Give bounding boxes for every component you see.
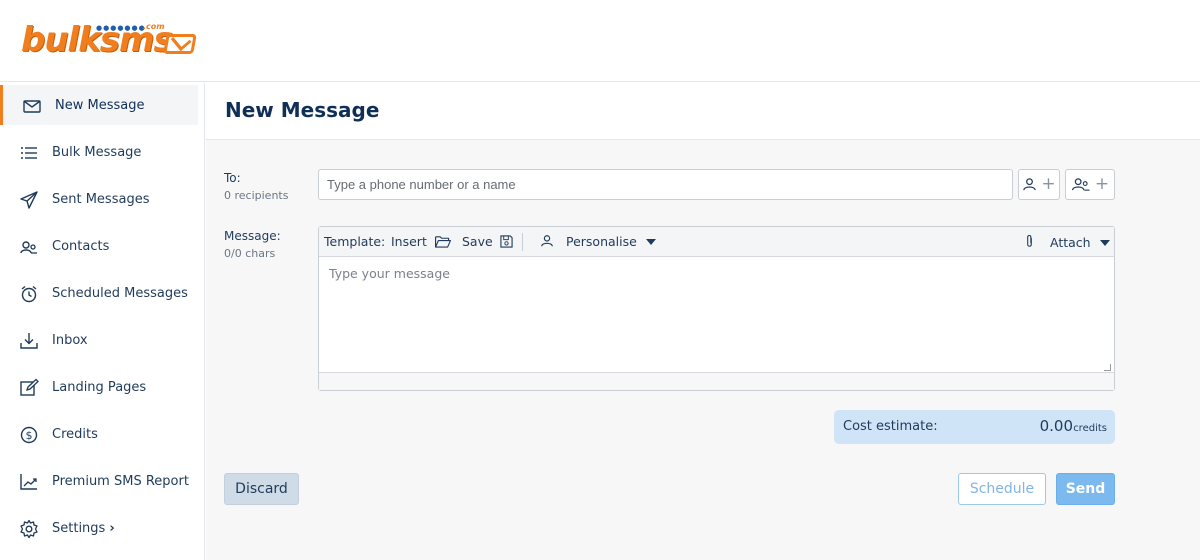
cost-estimate-unit: credits: [1073, 423, 1107, 434]
sidebar-item-label: Inbox: [52, 332, 88, 348]
recipients-count: 0 recipients: [224, 189, 289, 202]
discard-button[interactable]: Discard: [224, 473, 299, 505]
edit-icon: [20, 378, 39, 396]
plus-icon: +: [1041, 174, 1056, 194]
top-header: bulksms ●●●●●●● .com: [0, 0, 1200, 82]
sidebar-item-settings[interactable]: Settings ›: [0, 508, 198, 548]
template-insert-button[interactable]: Insert: [391, 234, 452, 249]
sidebar-item-label: Settings ›: [52, 521, 115, 536]
sidebar-item-new-message[interactable]: New Message: [0, 85, 198, 125]
to-label: To:: [224, 171, 241, 185]
page-header: New Message: [206, 83, 1200, 140]
add-group-button[interactable]: +: [1065, 169, 1115, 200]
template-save-button[interactable]: Save: [462, 234, 513, 249]
caret-down-icon: [1099, 240, 1110, 246]
group-icon: [1071, 178, 1090, 191]
person-icon: [1023, 178, 1037, 191]
sidebar-item-label: Sent Messages: [52, 191, 150, 207]
add-contact-button[interactable]: +: [1018, 169, 1060, 200]
message-composer: Template: Insert Save Personalise Attach: [318, 226, 1115, 391]
logo-suffix: .com: [143, 22, 165, 31]
sidebar-item-label: New Message: [55, 97, 145, 113]
settings-label-text: Settings: [52, 520, 106, 536]
sidebar-item-bulk-message[interactable]: Bulk Message: [0, 132, 198, 172]
alarm-clock-icon: [21, 285, 37, 303]
cost-estimate-value: 0.00: [1039, 417, 1073, 435]
insert-label: Insert: [391, 234, 427, 249]
svg-text:$: $: [26, 429, 33, 442]
main-content: New Message To: 0 recipients + + Message…: [206, 83, 1200, 560]
person-icon: [541, 235, 553, 247]
cost-estimate-label: Cost estimate:: [843, 419, 938, 434]
sidebar-item-label: Credits: [52, 426, 98, 442]
sidebar-item-sent-messages[interactable]: Sent Messages: [0, 179, 198, 219]
attach-dropdown[interactable]: Attach: [1025, 234, 1110, 250]
resize-handle[interactable]: [1104, 364, 1111, 371]
bulksms-logo[interactable]: bulksms ●●●●●●● .com: [21, 20, 201, 60]
sidebar: New Message Bulk Message Sent Messages C…: [0, 83, 205, 560]
char-count: 0/0 chars: [224, 247, 276, 260]
personalise-dropdown[interactable]: Personalise: [540, 234, 656, 249]
sidebar-item-premium-sms-report[interactable]: Premium SMS Report: [0, 461, 198, 501]
message-textarea[interactable]: [319, 258, 1114, 372]
paperclip-icon: [1027, 234, 1032, 247]
sidebar-item-landing-pages[interactable]: Landing Pages: [0, 367, 198, 407]
toolbar-divider: [522, 233, 523, 251]
paper-plane-icon: [20, 191, 38, 209]
personalise-label: Personalise: [565, 234, 637, 249]
gear-icon: [20, 519, 38, 539]
send-button[interactable]: Send: [1056, 473, 1115, 505]
page-title: New Message: [225, 98, 380, 122]
attach-label: Attach: [1049, 235, 1091, 250]
logo-dots: ●●●●●●●: [96, 24, 146, 32]
dollar-circle-icon: $: [20, 426, 38, 444]
message-label: Message:: [224, 229, 281, 243]
sidebar-item-contacts[interactable]: Contacts: [0, 226, 198, 266]
plus-icon: +: [1094, 174, 1110, 194]
list-icon: [21, 147, 37, 159]
chevron-right-icon: ›: [109, 520, 115, 536]
sidebar-item-label: Bulk Message: [52, 144, 142, 160]
sidebar-item-label: Scheduled Messages: [52, 285, 188, 301]
sidebar-item-credits[interactable]: $ Credits: [0, 414, 198, 454]
schedule-button[interactable]: Schedule: [958, 473, 1046, 505]
sidebar-item-label: Premium SMS Report: [52, 473, 189, 489]
caret-down-icon: [645, 239, 656, 245]
folder-open-icon: [434, 236, 451, 248]
logo-envelope-icon: [163, 34, 197, 54]
trend-chart-icon: [20, 474, 37, 490]
sidebar-item-scheduled-messages[interactable]: Scheduled Messages: [0, 273, 198, 313]
message-footer: [319, 372, 1114, 390]
contacts-icon: [20, 241, 37, 254]
sidebar-item-label: Landing Pages: [52, 379, 147, 395]
cost-estimate: Cost estimate: 0.00 credits: [834, 410, 1115, 444]
message-toolbar: Template: Insert Save Personalise Attach: [319, 227, 1114, 257]
sidebar-item-label: Contacts: [52, 238, 110, 254]
recipient-input[interactable]: [318, 169, 1013, 200]
floppy-disk-icon: [500, 235, 513, 248]
template-label: Template:: [324, 234, 386, 249]
download-tray-icon: [20, 333, 38, 349]
sidebar-item-inbox[interactable]: Inbox: [0, 320, 198, 360]
save-label: Save: [462, 234, 493, 249]
envelope-icon: [23, 100, 41, 113]
